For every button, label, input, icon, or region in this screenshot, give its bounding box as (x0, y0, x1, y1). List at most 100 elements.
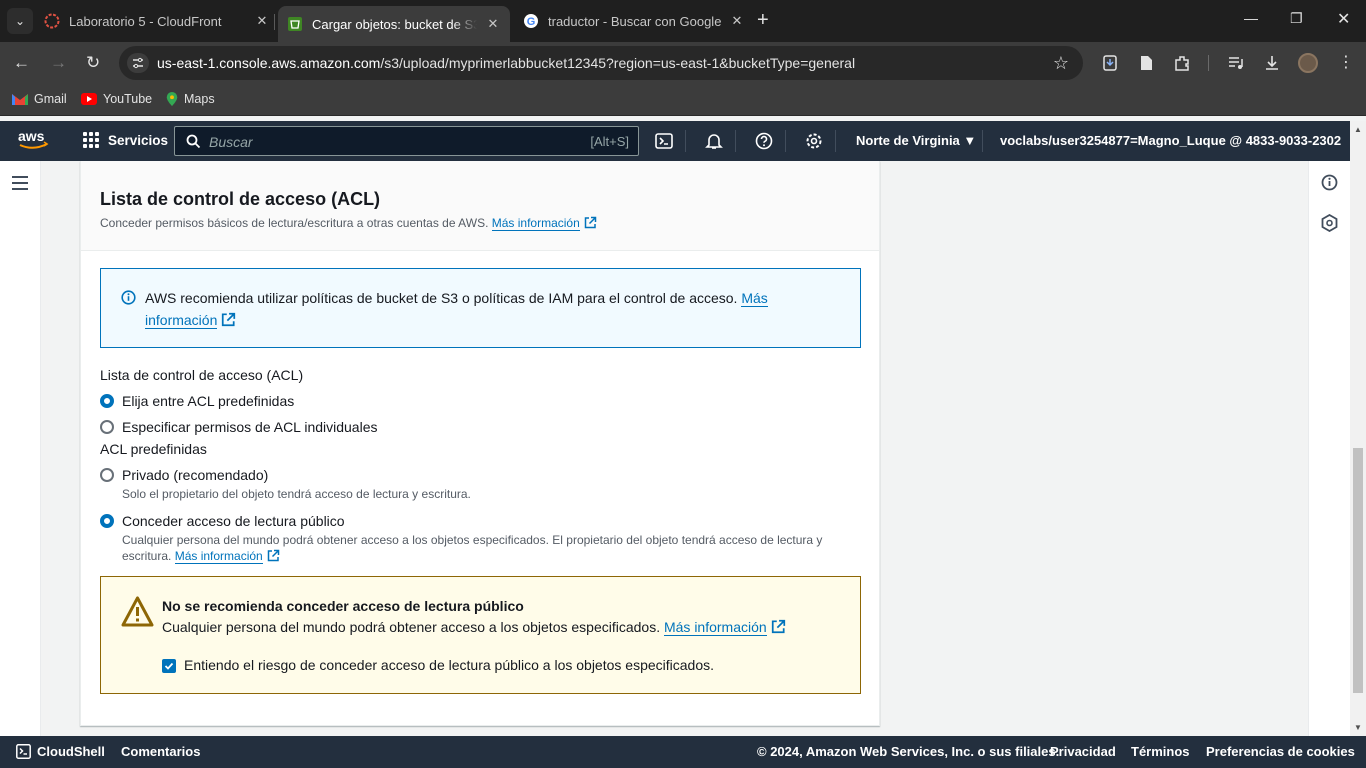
scroll-thumb[interactable] (1353, 448, 1363, 693)
aws-logo[interactable]: aws (18, 129, 50, 151)
radio-public-read-description: Cualquier persona del mundo podrá obtene… (122, 533, 823, 564)
aws-top-nav: aws Servicios Buscar [Alt+S] Norte de Vi… (0, 121, 1361, 161)
external-link-icon (771, 619, 785, 634)
site-settings-icon[interactable] (127, 53, 149, 73)
hamburger-icon[interactable] (12, 176, 28, 194)
bookmarks-bar: Gmail YouTube Maps (0, 84, 1366, 116)
help-icon[interactable] (755, 132, 773, 150)
account-menu[interactable]: voclabs/user3254877=Magno_Luque @ 4833-9… (1000, 133, 1361, 148)
radio-private-description: Solo el propietario del objeto tendrá ac… (122, 487, 471, 501)
svg-text:aws: aws (18, 129, 45, 144)
close-tab-icon[interactable]: ✕ (729, 13, 745, 29)
search-placeholder: Buscar (209, 134, 253, 150)
cloudshell-icon[interactable] (655, 132, 673, 150)
document-icon[interactable] (1137, 54, 1155, 72)
console-search-input[interactable]: Buscar [Alt+S] (174, 126, 639, 156)
google-favicon-icon: G (523, 13, 539, 29)
media-control-icon[interactable] (1227, 54, 1245, 72)
more-info-link[interactable]: Más (741, 290, 768, 307)
info-panel-icon[interactable] (1321, 174, 1338, 191)
acl-panel-header: Lista de control de acceso (ACL) Concede… (81, 161, 879, 251)
maps-icon (166, 92, 178, 106)
radio-public-read[interactable] (100, 514, 114, 528)
extension-icon[interactable] (1101, 54, 1119, 72)
more-info-link[interactable]: información (145, 312, 218, 329)
nav-divider (982, 130, 983, 152)
tab-search-button[interactable]: ⌄ (7, 8, 33, 34)
search-icon (186, 134, 201, 149)
back-button[interactable]: ← (13, 53, 30, 73)
radio-private[interactable] (100, 468, 114, 482)
cloudfront-favicon-icon (44, 13, 60, 29)
security-shield-icon[interactable] (1321, 214, 1338, 232)
new-tab-button[interactable]: + (757, 10, 769, 30)
tab-divider (274, 14, 275, 30)
right-tools-rail (1308, 161, 1350, 736)
browser-tab-strip: ⌄ Laboratorio 5 - CloudFront ✕ Cargar ob… (0, 0, 1366, 42)
tab-title: Cargar objetos: bucket de S3 my (312, 16, 477, 32)
more-info-link[interactable]: Más información (663, 619, 767, 636)
radio-predefined-acl-label[interactable]: Elija entre ACL predefinidas (122, 393, 294, 409)
copyright-text: © 2024, Amazon Web Services, Inc. o sus … (757, 744, 1060, 759)
browser-toolbar: ← → ↻ us-east-1.console.aws.amazon.com/s… (0, 42, 1366, 84)
toolbar-divider (1208, 55, 1209, 71)
minimize-button[interactable]: — (1244, 10, 1258, 26)
acl-panel: Lista de control de acceso (ACL) Concede… (80, 161, 880, 726)
download-icon[interactable] (1263, 54, 1281, 72)
close-tab-icon[interactable]: ✕ (254, 13, 270, 29)
tab-s3-upload[interactable]: Cargar objetos: bucket de S3 my ✕ (278, 6, 510, 42)
radio-public-read-label[interactable]: Conceder acceso de lectura público (122, 513, 345, 529)
nav-divider (735, 130, 736, 152)
bell-icon[interactable] (705, 132, 723, 150)
svg-text:G: G (527, 16, 536, 28)
cloudshell-icon (16, 744, 31, 759)
region-selector[interactable]: Norte de Virginia ▼ (856, 133, 976, 148)
chrome-menu-icon[interactable]: ⋮ (1338, 52, 1354, 72)
forward-button[interactable]: → (50, 53, 67, 73)
info-icon (121, 290, 136, 305)
scroll-down-arrow[interactable]: ▼ (1354, 723, 1362, 732)
more-info-link[interactable]: Más información (174, 549, 263, 564)
acknowledge-risk-label[interactable]: Entiendo el riesgo de conceder acceso de… (184, 657, 714, 673)
info-alert: AWS recomienda utilizar políticas de buc… (100, 268, 861, 348)
page-scrollbar[interactable]: ▲ ▼ (1350, 121, 1366, 736)
left-navigation-rail (0, 161, 41, 736)
warning-title: No se recomienda conceder acceso de lect… (162, 598, 524, 614)
warning-icon (121, 596, 154, 627)
terms-link[interactable]: Términos (1131, 744, 1190, 759)
address-bar[interactable]: us-east-1.console.aws.amazon.com/s3/uplo… (119, 46, 1083, 80)
bookmark-youtube[interactable]: YouTube (81, 92, 152, 106)
privacy-link[interactable]: Privacidad (1050, 744, 1116, 759)
extensions-puzzle-icon[interactable] (1173, 54, 1191, 72)
cloudshell-footer-button[interactable]: CloudShell (16, 744, 105, 759)
gear-icon[interactable] (805, 132, 823, 150)
scroll-up-arrow[interactable]: ▲ (1354, 125, 1362, 134)
more-info-link[interactable]: Más información (491, 216, 580, 231)
predefined-acl-label: ACL predefinidas (100, 441, 207, 457)
feedback-link[interactable]: Comentarios (121, 744, 200, 759)
bookmark-gmail[interactable]: Gmail (12, 92, 67, 106)
nav-divider (785, 130, 786, 152)
url-text: us-east-1.console.aws.amazon.com/s3/uplo… (157, 55, 856, 71)
close-tab-icon[interactable]: ✕ (485, 16, 501, 32)
nav-divider (685, 130, 686, 152)
radio-private-label[interactable]: Privado (recomendado) (122, 467, 268, 483)
grid-icon (83, 132, 99, 148)
external-link-icon (267, 549, 279, 562)
services-menu-button[interactable]: Servicios (83, 132, 168, 148)
tab-google[interactable]: G traductor - Buscar con Google ✕ (523, 6, 745, 36)
radio-predefined-acl[interactable] (100, 394, 114, 408)
restore-button[interactable]: ❐ (1290, 10, 1303, 27)
radio-individual-acl-label[interactable]: Especificar permisos de ACL individuales (122, 419, 378, 435)
bookmark-star-icon[interactable]: ☆ (1053, 53, 1069, 74)
bookmark-maps[interactable]: Maps (166, 92, 215, 106)
acknowledge-risk-checkbox[interactable] (162, 659, 176, 673)
warning-text: Cualquier persona del mundo podrá obtene… (162, 619, 786, 636)
radio-individual-acl[interactable] (100, 420, 114, 434)
close-window-button[interactable]: ✕ (1337, 9, 1350, 29)
cookie-preferences-link[interactable]: Preferencias de cookies (1206, 744, 1355, 759)
profile-avatar[interactable] (1298, 53, 1318, 73)
tab-cloudfront[interactable]: Laboratorio 5 - CloudFront ✕ (44, 6, 270, 36)
reload-button[interactable]: ↻ (86, 53, 100, 73)
external-link-icon (222, 312, 236, 327)
